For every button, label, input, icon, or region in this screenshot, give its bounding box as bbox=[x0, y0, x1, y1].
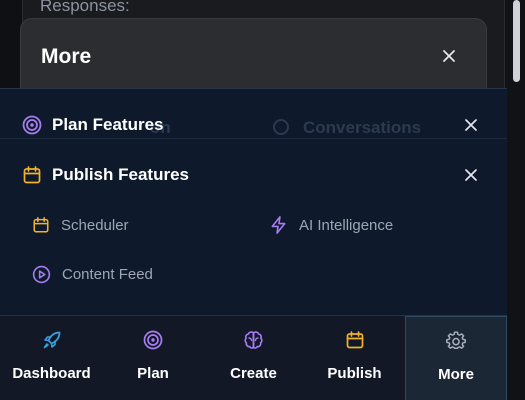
nav-label: Dashboard bbox=[12, 365, 91, 382]
more-title: More bbox=[41, 45, 92, 68]
feature-content-feed[interactable]: Content Feed bbox=[32, 265, 153, 284]
nav-label: Plan bbox=[137, 365, 169, 382]
nav-publish[interactable]: Publish bbox=[304, 316, 405, 400]
calendar-icon bbox=[33, 217, 49, 233]
background-responses-label: Responses: bbox=[40, 0, 130, 15]
calendar-icon bbox=[23, 166, 41, 184]
nav-label: Create bbox=[230, 365, 277, 382]
gear-icon bbox=[446, 331, 466, 350]
bottom-nav: Dashboard Plan Create Publish More bbox=[0, 315, 507, 400]
feature-ai-intelligence[interactable]: AI Intelligence bbox=[269, 215, 393, 235]
nav-label: Publish bbox=[327, 365, 382, 382]
calendar-icon bbox=[346, 331, 363, 349]
features-panel: on Conversations Plan Features Publish F… bbox=[0, 88, 507, 316]
ghost-text: Conversations bbox=[303, 118, 422, 137]
scrollbar[interactable] bbox=[505, 0, 525, 400]
nav-dashboard[interactable]: Dashboard bbox=[0, 316, 103, 400]
publish-features-title: Publish Features bbox=[52, 165, 189, 184]
nav-more[interactable]: More bbox=[405, 316, 507, 400]
target-icon bbox=[22, 115, 42, 135]
ghost-circle-icon bbox=[273, 119, 289, 135]
play-circle-icon bbox=[32, 265, 51, 284]
target-icon bbox=[143, 330, 163, 350]
plan-features-section: on Conversations Plan Features bbox=[0, 89, 507, 139]
feature-label: Scheduler bbox=[61, 216, 129, 234]
lightning-icon bbox=[271, 216, 286, 234]
scrollbar-thumb[interactable] bbox=[513, 0, 520, 82]
feature-label: AI Intelligence bbox=[299, 216, 394, 234]
plan-features-title: Plan Features bbox=[52, 115, 164, 134]
publish-features-header[interactable]: Publish Features bbox=[22, 165, 189, 185]
nav-plan[interactable]: Plan bbox=[103, 316, 203, 400]
feature-scheduler[interactable]: Scheduler bbox=[32, 216, 129, 234]
nav-label: More bbox=[438, 366, 474, 383]
feature-label: Content Feed bbox=[62, 266, 153, 283]
close-icon[interactable] bbox=[463, 167, 479, 183]
rocket-icon bbox=[43, 331, 60, 349]
brain-icon bbox=[244, 331, 263, 349]
close-icon[interactable] bbox=[440, 47, 458, 65]
nav-create[interactable]: Create bbox=[203, 316, 304, 400]
plan-features-header[interactable]: Plan Features bbox=[22, 115, 164, 135]
close-icon[interactable] bbox=[463, 117, 479, 133]
